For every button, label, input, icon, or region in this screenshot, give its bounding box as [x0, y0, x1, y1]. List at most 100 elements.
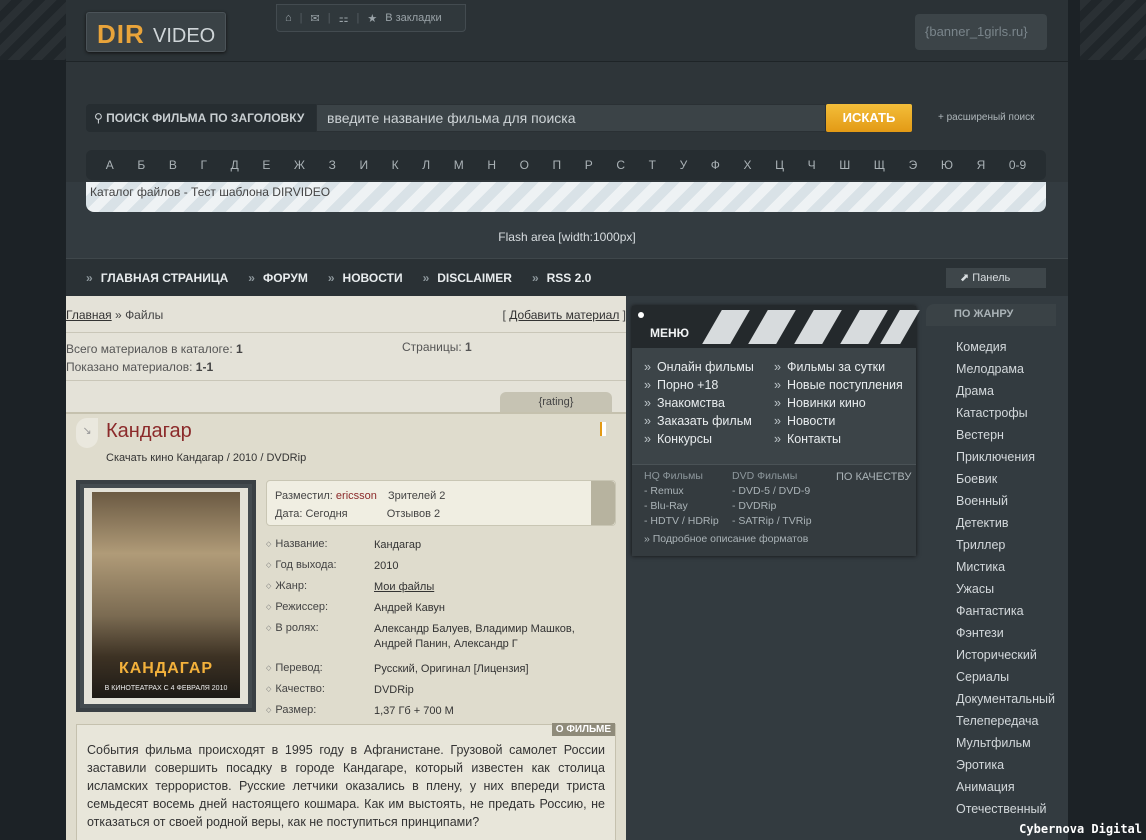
- menu-link-dvd5[interactable]: - DVD-5 / DVD-9: [732, 484, 812, 499]
- genres-sidebar: ПО ЖАНРУ Комедия Мелодрама Драма Катастрофы…: [926, 304, 1056, 840]
- genre-link[interactable]: Приключения: [956, 446, 1056, 468]
- letter-link[interactable]: А: [106, 158, 114, 172]
- letter-link[interactable]: Т: [649, 158, 656, 172]
- nav-disclaimer[interactable]: DISCLAIMER: [423, 271, 512, 285]
- formats-link[interactable]: » Подробное описание форматов: [644, 533, 808, 545]
- letter-link[interactable]: В: [169, 158, 177, 172]
- breadcrumb-home[interactable]: Главная: [66, 308, 112, 322]
- logo[interactable]: DIR VIDEO: [86, 12, 226, 52]
- genre-link[interactable]: Ужасы: [956, 578, 1056, 600]
- letter-link[interactable]: Ш: [839, 158, 850, 172]
- catalog-stats: Всего материалов в каталоге: 1 Показано …: [66, 342, 243, 374]
- menu-link[interactable]: Онлайн фильмы: [644, 358, 774, 376]
- letter-link[interactable]: Н: [487, 158, 496, 172]
- genre-link[interactable]: Фэнтези: [956, 622, 1056, 644]
- letter-link[interactable]: Б: [137, 158, 145, 172]
- letter-link[interactable]: Г: [200, 158, 207, 172]
- letter-link[interactable]: Ю: [941, 158, 953, 172]
- search-button[interactable]: ИСКАТЬ: [826, 104, 912, 132]
- genre-link[interactable]: Мои файлы: [374, 581, 434, 593]
- letter-link[interactable]: К: [392, 158, 399, 172]
- letter-link[interactable]: Е: [262, 158, 270, 172]
- genre-link[interactable]: Мистика: [956, 556, 1056, 578]
- letter-link[interactable]: Э: [909, 158, 918, 172]
- genre-link[interactable]: Телепередача: [956, 710, 1056, 732]
- menu-link[interactable]: Конкурсы: [644, 430, 774, 448]
- home-icon[interactable]: ⌂: [285, 12, 292, 24]
- genre-link[interactable]: Драма: [956, 380, 1056, 402]
- nav-forum[interactable]: ФОРУМ: [248, 271, 308, 285]
- letter-link[interactable]: Ф: [711, 158, 720, 172]
- about-text: События фильма происходят в 1995 году в …: [87, 743, 605, 829]
- letter-link[interactable]: Я: [977, 158, 986, 172]
- menu-link-bluray[interactable]: - Blu-Ray: [644, 499, 719, 514]
- genre-link[interactable]: Документальный: [956, 688, 1056, 710]
- menu-link[interactable]: Новости: [774, 412, 904, 430]
- logo-video: VIDEO: [153, 25, 216, 47]
- genre-link[interactable]: Боевик: [956, 468, 1056, 490]
- menu-link[interactable]: Новые поступления: [774, 376, 904, 394]
- letter-link[interactable]: Щ: [874, 158, 885, 172]
- letter-link[interactable]: З: [329, 158, 336, 172]
- about-film: О ФИЛЬМЕ События фильма происходят в 199…: [76, 723, 616, 840]
- genre-link[interactable]: Триллер: [956, 534, 1056, 556]
- letter-link[interactable]: С: [616, 158, 625, 172]
- nav-news[interactable]: НОВОСТИ: [328, 271, 403, 285]
- author-link[interactable]: ericsson: [336, 490, 377, 502]
- letter-link[interactable]: Ж: [294, 158, 305, 172]
- menu-link[interactable]: Контакты: [774, 430, 904, 448]
- menu-link-satrip[interactable]: - SATRip / TVRip: [732, 514, 812, 529]
- letter-link[interactable]: Р: [585, 158, 593, 172]
- genre-link[interactable]: Вестерн: [956, 424, 1056, 446]
- genre-link[interactable]: Исторический: [956, 644, 1056, 666]
- letter-link[interactable]: М: [454, 158, 464, 172]
- bookmark-link[interactable]: В закладки: [385, 12, 441, 24]
- menu-link[interactable]: Порно +18: [644, 376, 774, 394]
- add-material-link[interactable]: Добавить материал: [509, 308, 619, 322]
- genre-link[interactable]: Детектив: [956, 512, 1056, 534]
- rating-tab: {rating}: [500, 392, 612, 412]
- genre-link[interactable]: Отечественный: [956, 798, 1056, 820]
- genre-link[interactable]: Фантастика: [956, 600, 1056, 622]
- bookmark-flag-icon[interactable]: [600, 422, 606, 436]
- letter-link[interactable]: Х: [744, 158, 752, 172]
- advanced-search-link[interactable]: + расширеный поиск: [938, 112, 1034, 123]
- genre-link[interactable]: Военный: [956, 490, 1056, 512]
- mail-icon[interactable]: ✉: [311, 12, 320, 25]
- search-input[interactable]: введите название фильма для поиска: [316, 104, 826, 132]
- page-link[interactable]: 1: [465, 340, 472, 354]
- entry-title[interactable]: Кандагар: [106, 420, 192, 443]
- menu-link[interactable]: Новинки кино: [774, 394, 904, 412]
- right-stripes: [1080, 0, 1146, 60]
- menu-link-dvdrip[interactable]: - DVDRip: [732, 499, 812, 514]
- letter-link[interactable]: Ч: [808, 158, 816, 172]
- letter-link[interactable]: 0-9: [1009, 158, 1026, 172]
- nav-home[interactable]: ГЛАВНАЯ СТРАНИЦА: [86, 271, 229, 285]
- panel-button[interactable]: ⬈ Панель: [946, 268, 1046, 288]
- arrow-icon[interactable]: ↘: [76, 418, 98, 448]
- genre-link[interactable]: Катастрофы: [956, 402, 1056, 424]
- letter-link[interactable]: Д: [231, 158, 239, 172]
- letter-link[interactable]: О: [520, 158, 529, 172]
- letter-link[interactable]: П: [553, 158, 562, 172]
- letter-link[interactable]: Ц: [775, 158, 784, 172]
- genre-link[interactable]: Комедия: [956, 336, 1056, 358]
- menu-link-remux[interactable]: - Remux: [644, 484, 719, 499]
- menu-link[interactable]: Знакомства: [644, 394, 774, 412]
- poster[interactable]: КАНДАГАР В КИНОТЕАТРАХ С 4 ФЕВРАЛЯ 2010: [76, 480, 256, 712]
- letter-link[interactable]: И: [359, 158, 368, 172]
- banner[interactable]: {banner_1girls.ru}: [915, 14, 1047, 50]
- letter-link[interactable]: Л: [422, 158, 430, 172]
- menu-link[interactable]: Фильмы за сутки: [774, 358, 904, 376]
- menu-link[interactable]: Заказать фильм: [644, 412, 774, 430]
- detail-row: Год выхода:2010: [266, 559, 616, 574]
- genre-link[interactable]: Эротика: [956, 754, 1056, 776]
- genre-link[interactable]: Анимация: [956, 776, 1056, 798]
- genre-link[interactable]: Сериалы: [956, 666, 1056, 688]
- letter-link[interactable]: У: [680, 158, 688, 172]
- menu-link-hdtv[interactable]: - HDTV / HDRip: [644, 514, 719, 529]
- genre-link[interactable]: Мелодрама: [956, 358, 1056, 380]
- nav-rss[interactable]: RSS 2.0: [532, 271, 592, 285]
- sitemap-icon[interactable]: ⚏: [339, 12, 349, 25]
- genre-link[interactable]: Мультфильм: [956, 732, 1056, 754]
